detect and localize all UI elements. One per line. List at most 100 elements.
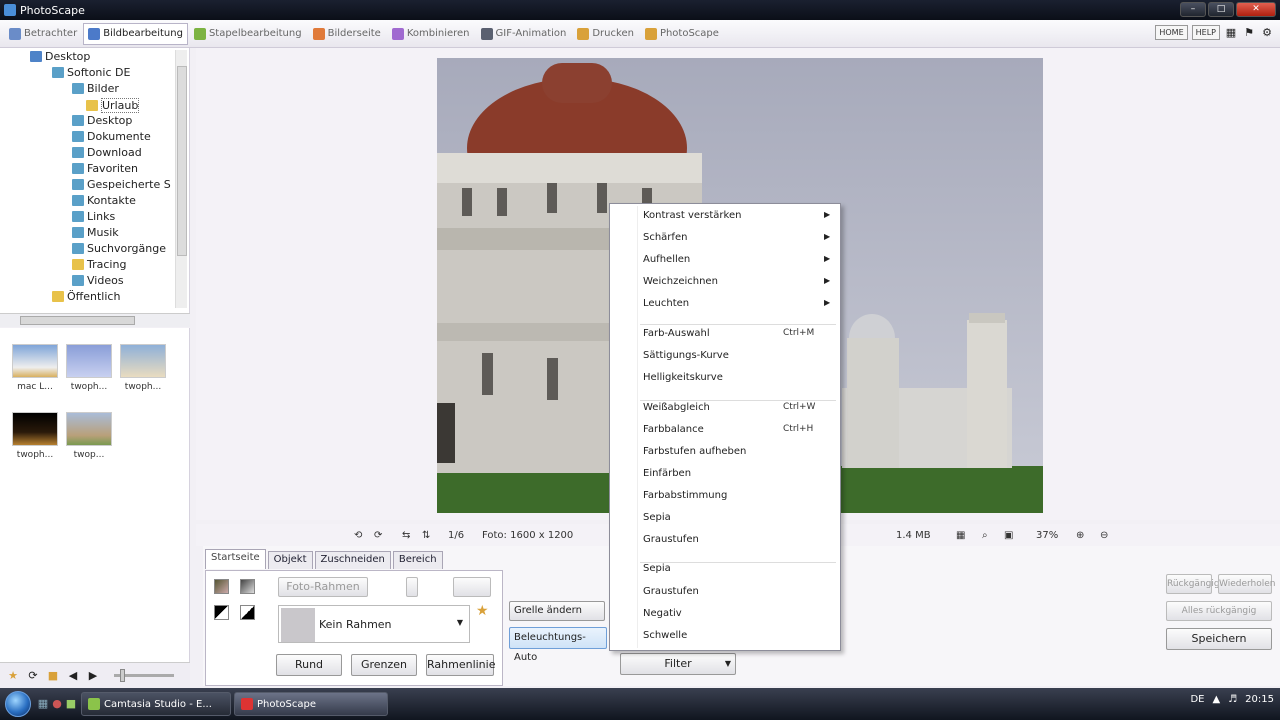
tree-horizontal-scrollbar[interactable] xyxy=(0,313,190,327)
tree-item[interactable]: Bilder xyxy=(72,82,119,95)
frame-select[interactable]: Kein Rahmen ▼ xyxy=(278,605,470,643)
glow-dropdown[interactable]: Grelle ändern xyxy=(509,601,605,621)
tree-item[interactable]: Tracing xyxy=(72,258,126,271)
actual-size-icon[interactable]: ▣ xyxy=(1004,530,1013,541)
toolbar-tab-2[interactable]: Stapelbearbeitung xyxy=(189,23,307,45)
tree-item[interactable]: Urlaub xyxy=(86,98,140,113)
rotate-left-icon[interactable]: ⟲ xyxy=(354,530,362,541)
grid-view-icon[interactable]: ▦ xyxy=(956,530,965,541)
quicklaunch-icon[interactable]: ■ xyxy=(64,697,78,711)
taskbar-button[interactable]: PhotoScape xyxy=(234,692,388,716)
menu-item[interactable]: Sättigungs-Kurve xyxy=(643,350,839,361)
tab-zuschneiden[interactable]: Zuschneiden xyxy=(314,551,391,569)
tree-item[interactable]: Musik xyxy=(72,226,119,239)
undo-all-button[interactable]: Alles rückgängig xyxy=(1166,601,1272,621)
round-button[interactable]: Rund xyxy=(276,654,342,676)
menu-item[interactable]: Farbbalance Ctrl+H xyxy=(643,424,839,435)
frame-option-button[interactable] xyxy=(406,577,418,597)
margin-button[interactable]: Grenzen xyxy=(351,654,417,676)
frame-line-button[interactable]: Rahmenlinie xyxy=(426,654,495,676)
toolbar-tab-4[interactable]: Kombinieren xyxy=(387,23,475,45)
thumbnail-item[interactable]: twoph... xyxy=(10,412,60,460)
thumbnail-item[interactable]: twop... xyxy=(64,412,114,460)
tree-item[interactable]: Kontakte xyxy=(72,194,136,207)
show-desktop-icon[interactable]: ▦ xyxy=(36,697,50,711)
menu-item[interactable]: Kontrast verstärken ▶ xyxy=(643,210,839,221)
flip-icon[interactable]: ⇆ xyxy=(402,530,410,541)
menu-item[interactable]: Farbabstimmung xyxy=(643,490,839,501)
filter-dropdown[interactable]: Filter ▼ xyxy=(620,653,736,675)
volume-icon[interactable]: ♬ xyxy=(1228,694,1237,705)
menu-item[interactable]: Schärfen ▶ xyxy=(643,232,839,243)
photo-frame-button[interactable]: Foto-Rahmen xyxy=(278,577,368,597)
tree-item[interactable]: Desktop xyxy=(72,114,132,127)
menu-item[interactable]: Schwelle xyxy=(643,630,839,641)
tree-item[interactable]: Suchvorgänge xyxy=(72,242,166,255)
save-button[interactable]: Speichern xyxy=(1166,628,1272,650)
grid-icon[interactable]: ▦ xyxy=(1224,26,1238,40)
tab-startseite[interactable]: Startseite xyxy=(205,549,266,569)
maximize-button[interactable]: □ xyxy=(1208,2,1234,17)
quicklaunch-icon[interactable]: ● xyxy=(50,697,64,711)
slider-knob[interactable] xyxy=(120,669,125,682)
frame-option-button[interactable] xyxy=(453,577,491,597)
zoom-in-icon[interactable]: ⊕ xyxy=(1076,530,1084,541)
invert-icon[interactable] xyxy=(240,605,255,620)
redo-button[interactable]: Wiederholen xyxy=(1218,574,1275,594)
help-button[interactable]: HELP xyxy=(1191,25,1220,40)
toolbar-tab-5[interactable]: GIF-Animation xyxy=(476,23,572,45)
tree-item[interactable]: Download xyxy=(72,146,142,159)
menu-item[interactable]: Farb-Auswahl Ctrl+M xyxy=(643,328,839,339)
menu-item[interactable]: Sepia xyxy=(643,512,839,523)
clock[interactable]: 20:15 xyxy=(1245,694,1274,705)
undo-button[interactable]: Rückgängig xyxy=(1166,574,1220,594)
tree-item[interactable]: Favoriten xyxy=(72,162,138,175)
refresh-icon[interactable]: ⟳ xyxy=(26,669,40,683)
minimize-button[interactable]: – xyxy=(1180,2,1206,17)
menu-item[interactable]: Weichzeichnen ▶ xyxy=(643,276,839,287)
toolbar-tab-3[interactable]: Bilderseite xyxy=(308,23,386,45)
auto-dropdown[interactable]: Beleuchtungs-Auto xyxy=(509,627,607,663)
menu-item[interactable]: Graustufen xyxy=(643,534,839,545)
menu-item[interactable]: Weißabgleich Ctrl+W xyxy=(643,402,839,413)
scroll-thumb[interactable] xyxy=(20,316,135,325)
rotate-right-icon[interactable]: ⟳ xyxy=(374,530,382,541)
tree-item[interactable]: Gespeicherte S xyxy=(72,178,171,191)
language-indicator[interactable]: DE xyxy=(1190,694,1204,705)
favorite-star-icon[interactable]: ★ xyxy=(476,603,489,619)
menu-item[interactable]: Farbstufen aufheben xyxy=(643,446,839,457)
thumbnail-item[interactable]: twoph... xyxy=(118,344,168,392)
tree-vertical-scrollbar[interactable] xyxy=(175,50,187,308)
menu-item[interactable]: Helligkeitskurve xyxy=(643,372,839,383)
home-button[interactable]: HOME xyxy=(1155,25,1188,40)
close-button[interactable]: ✕ xyxy=(1236,2,1276,17)
auto-level-icon[interactable] xyxy=(214,579,229,594)
zoom-fit-icon[interactable]: ⌕ xyxy=(982,530,988,541)
toolbar-tab-1[interactable]: Bildbearbeitung xyxy=(83,22,188,45)
menu-item[interactable]: Aufhellen ▶ xyxy=(643,254,839,265)
tab-objekt[interactable]: Objekt xyxy=(267,551,313,569)
tree-item[interactable]: Videos xyxy=(72,274,124,287)
network-icon[interactable]: ▲ xyxy=(1213,694,1221,705)
zoom-out-icon[interactable]: ⊖ xyxy=(1100,530,1108,541)
toolbar-tab-6[interactable]: Drucken xyxy=(572,23,639,45)
thumbnail-item[interactable]: mac L... xyxy=(10,344,60,392)
thumbnail-item[interactable]: twoph... xyxy=(64,344,114,392)
tree-item[interactable]: Öffentlich xyxy=(52,290,120,303)
toolbar-tab-7[interactable]: PhotoScape xyxy=(640,23,724,45)
scroll-thumb[interactable] xyxy=(177,66,187,256)
tree-item[interactable]: Softonic DE xyxy=(52,66,130,79)
auto-contrast-icon[interactable] xyxy=(240,579,255,594)
mirror-icon[interactable]: ⇅ xyxy=(422,530,430,541)
settings-icon[interactable]: ⚙ xyxy=(1260,26,1274,40)
flag-icon[interactable]: ⚑ xyxy=(1242,26,1256,40)
menu-item[interactable]: Sepia xyxy=(643,563,839,574)
tree-item[interactable]: Dokumente xyxy=(72,130,151,143)
menu-item[interactable]: Einfärben xyxy=(643,468,839,479)
tree-item[interactable]: Desktop xyxy=(30,50,90,63)
menu-item[interactable]: Negativ xyxy=(643,608,839,619)
forward-icon[interactable]: ▶ xyxy=(86,669,100,683)
back-icon[interactable]: ◀ xyxy=(66,669,80,683)
menu-item[interactable]: Leuchten ▶ xyxy=(643,298,839,309)
taskbar-button[interactable]: Camtasia Studio - E... xyxy=(81,692,231,716)
